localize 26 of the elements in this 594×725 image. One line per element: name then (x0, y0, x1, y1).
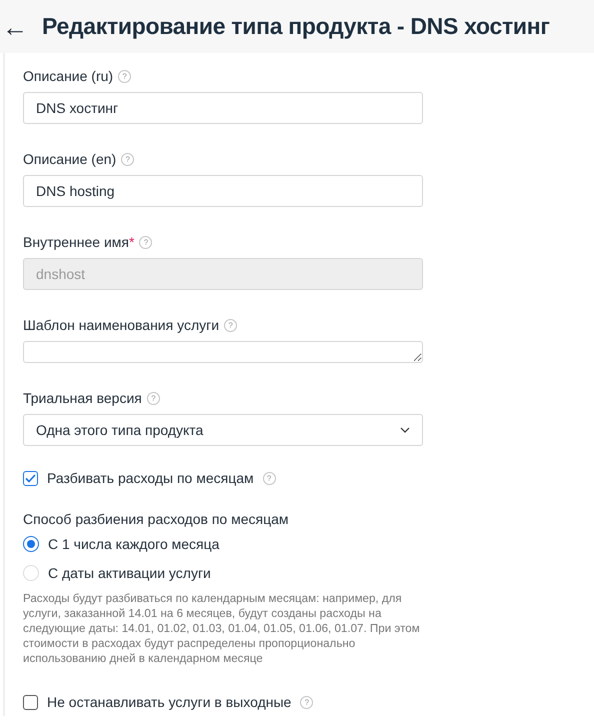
back-button[interactable]: ← (2, 14, 28, 40)
dropdown[interactable]: Одна этого типа продукта (23, 414, 423, 446)
radio-label: С даты активации услуги (48, 564, 211, 580)
page-title: Редактирование типа продукта - DNS хостинг (42, 13, 550, 40)
section-label: Способ разбиения расходов по месяцам (23, 511, 290, 527)
chevron-down-icon (400, 427, 410, 433)
help-icon[interactable]: ? (118, 70, 132, 82)
field-label: Триальная версия (23, 390, 142, 406)
help-icon[interactable]: ? (146, 392, 160, 404)
help-icon[interactable]: ? (300, 696, 314, 708)
help-text: Расходы будут разбиваться по календарным месяцам: например, для услуги, заказанной 14.01 на 6 месяцев, будут созданы расходы на следующие даты: 14.01, 01.02, 01.03, 01.04, 01.05, 01.06, 01.07. При этом стоимости в расходах будут распределены пропорционально использованию дней в календарном месяце (23, 591, 421, 666)
radio-button[interactable] (23, 536, 39, 552)
checkbox[interactable] (23, 470, 38, 486)
field-label: Шаблон наименования услуги (23, 317, 220, 333)
input-field[interactable]: DNS hosting (23, 175, 423, 207)
field-label: Описание (en) (23, 151, 116, 167)
checkbox-label: Не останавливать услуги в выходные (47, 694, 292, 710)
help-icon[interactable]: ? (224, 318, 238, 332)
checkbox[interactable] (23, 694, 38, 710)
radio-label: С 1 числа каждого месяца (48, 536, 220, 552)
field-label: Описание (ru) (23, 68, 114, 84)
help-icon[interactable]: ? (262, 472, 276, 484)
input-field[interactable]: DNS хостинг (23, 92, 423, 124)
field-label: Внутреннее имя* (23, 234, 134, 250)
checkbox-label: Разбивать расходы по месяцам (47, 470, 254, 486)
help-icon[interactable]: ? (121, 152, 134, 166)
